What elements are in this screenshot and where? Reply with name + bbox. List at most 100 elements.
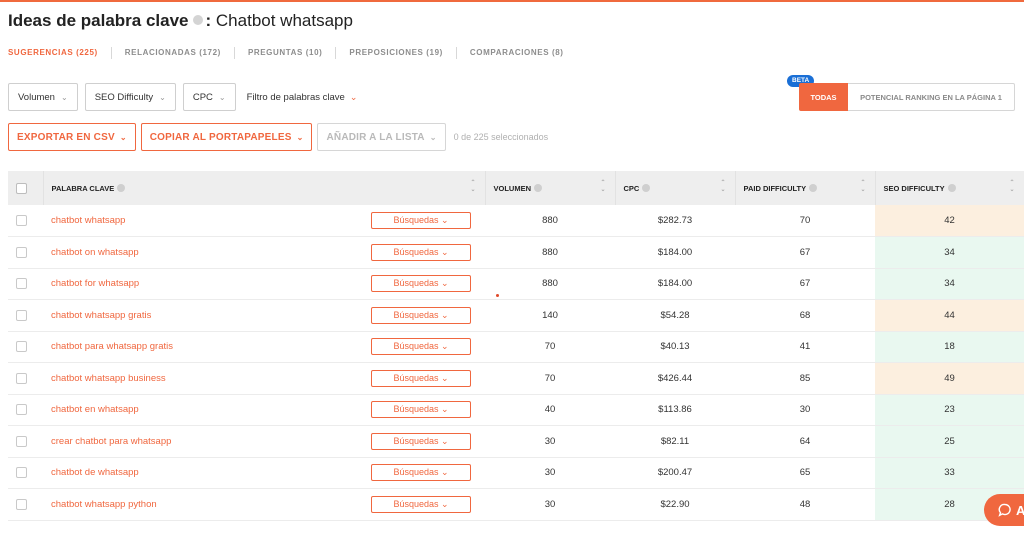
volume-cell: 880 xyxy=(485,236,615,269)
chevron-down-icon: ⌄ xyxy=(218,92,226,102)
keyword-link[interactable]: chatbot for whatsapp xyxy=(51,278,139,289)
table-row[interactable]: chatbot para whatsapp gratis Búsquedas ⌄ 7… xyxy=(8,331,1024,363)
searches-dropdown-button[interactable]: Búsquedas ⌄ xyxy=(371,212,471,229)
paid-difficulty-cell: 67 xyxy=(735,268,875,300)
keyword-link[interactable]: chatbot whatsapp gratis xyxy=(51,310,151,321)
seo-difficulty-filter[interactable]: SEO Difficulty ⌄ xyxy=(84,83,176,111)
searches-dropdown-button[interactable]: Búsquedas ⌄ xyxy=(371,432,471,450)
row-checkbox[interactable] xyxy=(16,467,27,479)
info-icon[interactable] xyxy=(117,183,126,192)
keyword-cell: chatbot whatsapp Búsquedas ⌄ xyxy=(43,205,485,237)
keyword-link[interactable]: crear chatbot para whatsapp xyxy=(51,436,171,447)
volume-cell: 880 xyxy=(485,205,615,237)
row-checkbox[interactable] xyxy=(16,372,27,384)
keyword-link[interactable]: chatbot para whatsapp gratis xyxy=(51,341,173,352)
searches-dropdown-button[interactable]: Búsquedas ⌄ xyxy=(371,338,471,356)
searches-dropdown-button[interactable]: Búsquedas ⌄ xyxy=(371,306,471,324)
row-checkbox[interactable] xyxy=(16,498,27,510)
cpc-filter[interactable]: CPC ⌄ xyxy=(182,83,236,111)
tab-comparaciones[interactable]: COMPARACIONES (8) xyxy=(455,47,577,59)
toggle-ranking-button[interactable]: POTENCIAL RANKING EN LA PÁGINA 1 xyxy=(848,83,1015,111)
paid-difficulty-cell: 67 xyxy=(735,236,875,269)
info-icon[interactable] xyxy=(192,15,203,25)
volume-cell: 140 xyxy=(485,299,615,332)
paid-difficulty-cell: 68 xyxy=(735,299,875,332)
tab-sugerencias[interactable]: SUGERENCIAS (225) xyxy=(8,47,111,59)
keyword-cell: chatbot en whatsapp Búsquedas ⌄ xyxy=(43,394,485,426)
header-keyword[interactable]: PALABRA CLAVE ⌃ ⌄ xyxy=(43,171,486,205)
table-row[interactable]: chatbot whatsapp python Búsquedas ⌄ 30 $22.… xyxy=(8,488,1024,521)
sort-icon[interactable]: ⌃ ⌄ xyxy=(600,180,605,194)
table-row[interactable]: crear chatbot para whatsapp Búsquedas ⌄ 30… xyxy=(8,425,1024,458)
row-checkbox[interactable] xyxy=(16,309,27,321)
keyword-link[interactable]: chatbot on whatsapp xyxy=(51,247,139,258)
row-checkbox[interactable] xyxy=(16,404,27,416)
row-select-cell xyxy=(8,236,43,269)
tab-relacionadas[interactable]: RELACIONADAS (172) xyxy=(110,47,234,59)
keyword-link[interactable]: chatbot whatsapp business xyxy=(51,373,166,384)
keyword-link[interactable]: chatbot de whatsapp xyxy=(51,467,139,478)
toggle-all-button[interactable]: TODAS xyxy=(799,83,848,111)
chat-button[interactable]: A xyxy=(984,494,1024,526)
searches-label: Búsquedas xyxy=(393,215,439,225)
searches-dropdown-button[interactable]: Búsquedas ⌄ xyxy=(371,243,471,261)
info-icon[interactable] xyxy=(534,183,542,192)
volume-filter[interactable]: Volumen ⌄ xyxy=(8,83,78,111)
searches-dropdown-button[interactable]: Búsquedas ⌄ xyxy=(371,369,471,387)
table-row[interactable]: chatbot for whatsapp Búsquedas ⌄ 880 $184.0… xyxy=(8,268,1024,300)
row-checkbox[interactable] xyxy=(16,278,27,290)
table-body: chatbot whatsapp Búsquedas ⌄ 880 $282.73 70 4… xyxy=(8,205,1024,521)
cpc-cell: $282.73 xyxy=(615,205,735,237)
table-row[interactable]: chatbot whatsapp business Búsquedas ⌄ 70 $4… xyxy=(8,362,1024,395)
seo-difficulty-cell: 33 xyxy=(875,457,1024,489)
tab-preposiciones[interactable]: PREPOSICIONES (19) xyxy=(335,47,456,59)
header-paid-difficulty[interactable]: PAID DIFFICULTY ⌃ ⌄ xyxy=(735,171,876,205)
cpc-cell: $113.86 xyxy=(615,394,735,426)
cpc-cell: $82.11 xyxy=(615,425,735,458)
add-to-list-button[interactable]: AÑADIR A LA LISTA ⌄ xyxy=(317,123,446,151)
info-icon[interactable] xyxy=(947,183,956,192)
searches-dropdown-button[interactable]: Búsquedas ⌄ xyxy=(371,401,471,419)
keyword-link[interactable]: chatbot whatsapp xyxy=(51,215,125,226)
cpc-cell: $184.00 xyxy=(615,268,735,300)
paid-difficulty-cell: 85 xyxy=(735,362,875,395)
seo-difficulty-cell: 18 xyxy=(875,331,1024,363)
keyword-link[interactable]: chatbot whatsapp python xyxy=(51,499,157,510)
select-all-checkbox[interactable] xyxy=(16,182,27,194)
header-cpc-label: CPC xyxy=(623,183,640,193)
chevron-down-icon: ⌄ xyxy=(441,467,449,478)
table-header-row: PALABRA CLAVE ⌃ ⌄ VOLUMEN ⌃ ⌄ CPC ⌃ ⌄ PAID DIF… xyxy=(8,171,1024,205)
row-checkbox[interactable] xyxy=(16,341,27,353)
row-select-cell xyxy=(8,331,43,363)
table-row[interactable]: chatbot whatsapp gratis Búsquedas ⌄ 140 $54… xyxy=(8,299,1024,332)
volume-cell: 30 xyxy=(485,488,615,521)
row-checkbox[interactable] xyxy=(16,435,27,447)
row-select-cell xyxy=(8,425,43,458)
table-row[interactable]: chatbot de whatsapp Búsquedas ⌄ 30 $200.47 6… xyxy=(8,457,1024,489)
chat-icon xyxy=(998,503,1011,517)
searches-dropdown-button[interactable]: Búsquedas ⌄ xyxy=(371,495,471,513)
sort-icon[interactable]: ⌃ ⌄ xyxy=(860,180,865,194)
header-cpc[interactable]: CPC ⌃ ⌄ xyxy=(615,171,736,205)
sort-icon[interactable]: ⌃ ⌄ xyxy=(1009,180,1014,194)
searches-dropdown-button[interactable]: Búsquedas ⌄ xyxy=(371,275,471,293)
table-row[interactable]: chatbot whatsapp Búsquedas ⌄ 880 $282.73 70 4… xyxy=(8,205,1024,237)
row-checkbox[interactable] xyxy=(16,214,27,226)
table-row[interactable]: chatbot on whatsapp Búsquedas ⌄ 880 $184.00… xyxy=(8,236,1024,269)
sort-icon[interactable]: ⌃ ⌄ xyxy=(470,180,475,194)
cpc-cell: $426.44 xyxy=(615,362,735,395)
row-checkbox[interactable] xyxy=(16,246,27,258)
table-row[interactable]: chatbot en whatsapp Búsquedas ⌄ 40 $113.86 3… xyxy=(8,394,1024,426)
copy-clipboard-button[interactable]: COPIAR AL PORTAPAPELES ⌄ xyxy=(140,123,313,151)
info-icon[interactable] xyxy=(809,183,818,192)
sort-icon[interactable]: ⌃ ⌄ xyxy=(720,180,725,194)
tab-preguntas[interactable]: PREGUNTAS (10) xyxy=(233,47,335,59)
seo-difficulty-cell: 34 xyxy=(875,236,1024,269)
keyword-link[interactable]: chatbot en whatsapp xyxy=(51,404,139,415)
header-volume[interactable]: VOLUMEN ⌃ ⌄ xyxy=(485,171,616,205)
info-icon[interactable] xyxy=(642,183,651,192)
keyword-filter[interactable]: Filtro de palabras clave ⌄ xyxy=(247,92,358,103)
header-seo-difficulty[interactable]: SEO DIFFICULTY ⌃ ⌄ xyxy=(875,171,1024,205)
export-csv-button[interactable]: EXPORTAR EN CSV ⌄ xyxy=(8,123,136,151)
searches-dropdown-button[interactable]: Búsquedas ⌄ xyxy=(371,464,471,482)
